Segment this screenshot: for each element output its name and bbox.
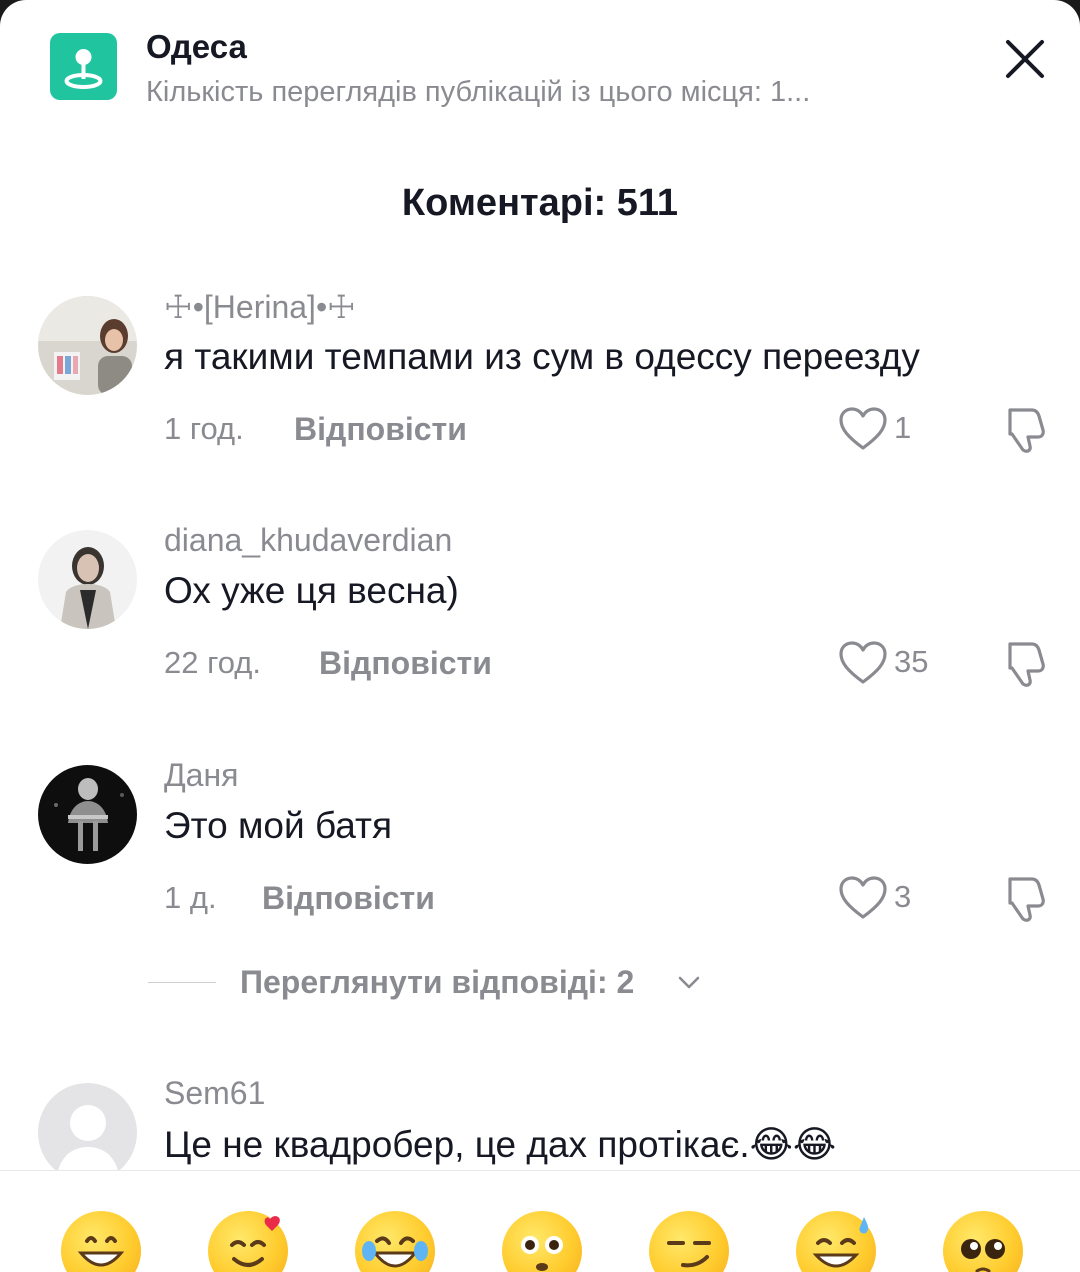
comment-username[interactable]: diana_khudaverdian	[164, 522, 452, 559]
location-title: Одеса	[146, 28, 247, 65]
location-subtitle: Кількість переглядів публікацій із цього…	[146, 76, 811, 108]
comment-item: diana_khudaverdian Ох уже ця весна) 22 г…	[0, 522, 1080, 710]
comment-username[interactable]: Даня	[164, 757, 238, 794]
reply-button[interactable]: Відповісти	[319, 645, 492, 682]
avatar[interactable]	[38, 296, 137, 395]
comment-time: 1 д.	[164, 880, 217, 915]
chevron-down-icon	[676, 970, 702, 996]
heart-icon[interactable]	[838, 875, 888, 921]
comment-text: Это мой батя	[164, 805, 393, 846]
like-count: 3	[894, 879, 912, 914]
comment-text: Це не квадробер, це дах протікає.😂😂	[164, 1124, 837, 1165]
comment-username[interactable]: Sem61	[164, 1075, 265, 1112]
comment-time: 22 год.	[164, 645, 261, 680]
comments-count-title: Коментарі: 511	[401, 182, 679, 224]
heart-icon[interactable]	[838, 640, 888, 686]
grinning-face-with-sweat-icon[interactable]	[796, 1211, 876, 1272]
face-with-tears-of-joy-icon[interactable]	[355, 1211, 435, 1272]
dislike-icon[interactable]	[996, 402, 1080, 456]
grinning-face-icon[interactable]	[61, 1211, 141, 1272]
location-pin-icon	[50, 33, 117, 100]
close-icon[interactable]	[1000, 34, 1050, 84]
view-replies-label: Переглянути відповіді: 2	[240, 964, 635, 1000]
like-count: 1	[894, 410, 912, 445]
avatar[interactable]	[38, 765, 137, 864]
heart-icon[interactable]	[838, 406, 888, 452]
location-header[interactable]: Одеса Кількість переглядів публікацій із…	[50, 28, 1050, 108]
comment-item: ☩•[Herina]•☩ я такими темпами из сум в о…	[0, 289, 1080, 476]
reply-button[interactable]: Відповісти	[262, 880, 435, 917]
comments-sheet: Одеса Кількість переглядів публікацій із…	[0, 0, 1080, 1272]
avatar[interactable]	[38, 1083, 137, 1182]
divider	[148, 982, 216, 983]
avatar[interactable]	[38, 530, 137, 629]
comment-time: 1 год.	[164, 411, 244, 446]
flushed-face-icon[interactable]	[502, 1211, 582, 1272]
smiling-face-with-hearts-icon[interactable]	[208, 1211, 288, 1272]
comment-username[interactable]: ☩•[Herina]•☩	[164, 288, 356, 326]
dislike-icon[interactable]	[996, 871, 1080, 925]
like-count: 35	[894, 644, 929, 679]
smirking-face-icon[interactable]	[649, 1211, 729, 1272]
comment-text: Ох уже ця весна)	[164, 570, 459, 611]
emoji-bar	[0, 1170, 1080, 1272]
comment-text: я такими темпами из сум в одессу переезд…	[164, 336, 920, 377]
reply-button[interactable]: Відповісти	[294, 411, 467, 448]
pleading-face-icon[interactable]	[943, 1211, 1023, 1272]
dislike-icon[interactable]	[996, 636, 1080, 690]
view-replies-button[interactable]: Переглянути відповіді: 2	[148, 960, 848, 1006]
comment-item: Даня Это мой батя 1 д. Відповісти 3	[0, 757, 1080, 945]
